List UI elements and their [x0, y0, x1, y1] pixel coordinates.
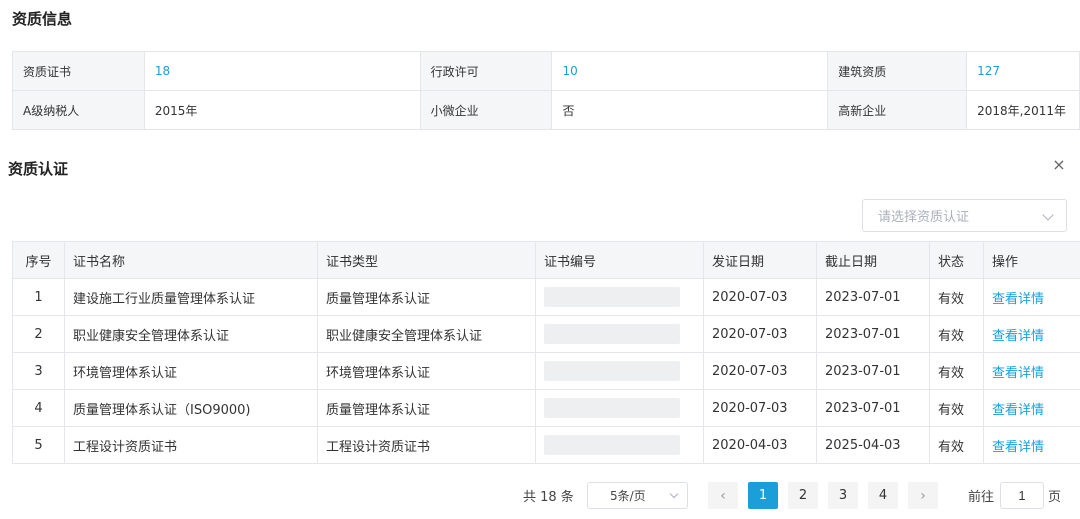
cell-type: 职业健康安全管理体系认证	[317, 315, 536, 353]
cell-number	[535, 278, 704, 316]
column-header-status: 状态	[929, 241, 984, 279]
info-value: 2018年,2011年	[967, 91, 1080, 130]
cell-status: 有效	[929, 315, 984, 353]
info-value-link[interactable]: 18	[144, 52, 421, 91]
cell-no: 5	[12, 426, 65, 464]
info-label: 小微企业	[420, 91, 553, 130]
table-row: 4 质量管理体系认证（ISO9000) 质量管理体系认证 2020-07-03 …	[12, 389, 1080, 427]
cell-expiry-date: 2025-04-03	[816, 426, 930, 464]
info-label: 建筑资质	[828, 52, 968, 91]
chevron-left-icon: ‹	[720, 487, 726, 504]
info-label: 高新企业	[828, 91, 968, 130]
view-details-link[interactable]: 查看详情	[983, 352, 1080, 390]
info-label: 行政许可	[420, 52, 553, 91]
cell-issue-date: 2020-07-03	[703, 315, 817, 353]
pagination-total: 共 18 条	[523, 489, 574, 505]
cell-name: 建设施工行业质量管理体系认证	[64, 278, 318, 316]
page-button-3[interactable]: 3	[828, 482, 858, 509]
column-header-name: 证书名称	[64, 241, 318, 279]
table-row: 3 环境管理体系认证 环境管理体系认证 2020-07-03 2023-07-0…	[12, 352, 1080, 390]
column-header-no: 序号	[12, 241, 65, 279]
certification-select[interactable]: 请选择资质认证	[862, 199, 1067, 232]
cell-no: 2	[12, 315, 65, 353]
info-label: A级纳税人	[13, 91, 145, 130]
page-jump-input[interactable]	[1000, 482, 1044, 509]
cell-number	[535, 389, 704, 427]
section-title-qualification-info: 资质信息	[12, 10, 73, 28]
prev-page-button[interactable]: ‹	[708, 482, 738, 509]
chevron-right-icon: ›	[920, 487, 926, 504]
cell-name: 环境管理体系认证	[64, 352, 318, 390]
info-row: 资质证书 18 行政许可 10 建筑资质 127	[13, 52, 1080, 91]
view-details-link[interactable]: 查看详情	[983, 389, 1080, 427]
cell-name: 质量管理体系认证（ISO9000)	[64, 389, 318, 427]
cell-status: 有效	[929, 278, 984, 316]
view-details-link[interactable]: 查看详情	[983, 315, 1080, 353]
info-value: 否	[552, 91, 829, 130]
chevron-down-icon	[669, 489, 679, 499]
cell-number	[535, 352, 704, 390]
info-row: A级纳税人 2015年 小微企业 否 高新企业 2018年,2011年	[13, 91, 1080, 130]
cell-expiry-date: 2023-07-01	[816, 389, 930, 427]
jump-unit: 页	[1048, 489, 1062, 505]
masked-number	[544, 324, 680, 344]
cell-no: 3	[12, 352, 65, 390]
table-row: 5 工程设计资质证书 工程设计资质证书 2020-04-03 2025-04-0…	[12, 426, 1080, 464]
certification-table: 序号 证书名称 证书类型 证书编号 发证日期 截止日期 状态 操作 1 建设施工…	[12, 241, 1080, 464]
page-button-1[interactable]: 1	[748, 482, 778, 509]
masked-number	[544, 435, 680, 455]
page-size-value: 5条/页	[610, 489, 646, 503]
info-value-link[interactable]: 10	[552, 52, 829, 91]
cell-status: 有效	[929, 352, 984, 390]
cell-expiry-date: 2023-07-01	[816, 315, 930, 353]
column-header-type: 证书类型	[317, 241, 536, 279]
cell-name: 工程设计资质证书	[64, 426, 318, 464]
column-header-expiry-date: 截止日期	[816, 241, 930, 279]
cell-type: 环境管理体系认证	[317, 352, 536, 390]
cell-number	[535, 426, 704, 464]
column-header-issue-date: 发证日期	[703, 241, 817, 279]
view-details-link[interactable]: 查看详情	[983, 426, 1080, 464]
masked-number	[544, 287, 680, 307]
qualification-info-table: 资质证书 18 行政许可 10 建筑资质 127 A级纳税人 2015年 小微企…	[12, 51, 1080, 130]
page-button-2[interactable]: 2	[788, 482, 818, 509]
page-button-4[interactable]: 4	[868, 482, 898, 509]
jump-label: 前往	[968, 489, 995, 505]
info-label: 资质证书	[13, 52, 145, 91]
next-page-button[interactable]: ›	[908, 482, 938, 509]
masked-number	[544, 361, 680, 381]
cell-type: 质量管理体系认证	[317, 389, 536, 427]
cell-issue-date: 2020-07-03	[703, 389, 817, 427]
masked-number	[544, 398, 680, 418]
table-row: 2 职业健康安全管理体系认证 职业健康安全管理体系认证 2020-07-03 2…	[12, 315, 1080, 353]
table-row: 1 建设施工行业质量管理体系认证 质量管理体系认证 2020-07-03 202…	[12, 278, 1080, 316]
table-header-row: 序号 证书名称 证书类型 证书编号 发证日期 截止日期 状态 操作	[12, 241, 1080, 279]
select-placeholder: 请选择资质认证	[878, 210, 970, 225]
view-details-link[interactable]: 查看详情	[983, 278, 1080, 316]
cell-expiry-date: 2023-07-01	[816, 352, 930, 390]
section-title-certification: 资质认证	[8, 160, 69, 178]
cell-status: 有效	[929, 389, 984, 427]
column-header-number: 证书编号	[535, 241, 704, 279]
cell-number	[535, 315, 704, 353]
cell-issue-date: 2020-04-03	[703, 426, 817, 464]
column-header-action: 操作	[983, 241, 1080, 279]
cell-expiry-date: 2023-07-01	[816, 278, 930, 316]
cell-status: 有效	[929, 426, 984, 464]
cell-no: 1	[12, 278, 65, 316]
info-value-link[interactable]: 127	[967, 52, 1080, 91]
cell-type: 工程设计资质证书	[317, 426, 536, 464]
cell-issue-date: 2020-07-03	[703, 352, 817, 390]
cell-name: 职业健康安全管理体系认证	[64, 315, 318, 353]
page-size-select[interactable]: 5条/页	[587, 482, 688, 509]
cell-issue-date: 2020-07-03	[703, 278, 817, 316]
close-icon[interactable]: ×	[1051, 156, 1067, 174]
cell-no: 4	[12, 389, 65, 427]
info-value: 2015年	[144, 91, 421, 130]
chevron-down-icon	[1042, 209, 1054, 221]
cell-type: 质量管理体系认证	[317, 278, 536, 316]
